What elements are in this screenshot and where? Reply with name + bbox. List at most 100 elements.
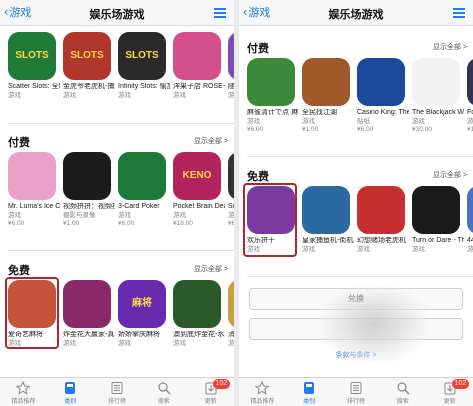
app-row: 麻雀清计で点·麻雀第二...游戏¥6.00全民找江湖游戏¥1.00Casino … [247,58,473,134]
app-price: ¥6.0 [228,220,234,227]
app-category: 游戏 [63,340,76,347]
tab-label: 类别 [64,399,77,405]
tab-categories[interactable]: 类别 [286,378,333,406]
page-title: 娱乐场游戏 [89,9,145,21]
tab-search[interactable]: 搜索 [140,378,187,406]
section-title: 免费 [247,171,269,183]
infinity-slots-icon: SLOTS [118,32,166,80]
app-item[interactable]: 3-Card Poker 游戏 ¥6.00 [118,152,173,228]
app-item[interactable]: 随机... 游戏 [228,32,234,100]
app-item[interactable]: Casino King: The Mega Ga... 贴纸¥6.00 [357,58,412,134]
terms-link[interactable]: 条款与条件 > [239,350,473,360]
tab-label: 搜索 [157,399,170,405]
tab-categories[interactable]: 类别 [47,378,94,406]
section-title: 付费 [8,137,30,149]
partial-app-icon [467,186,473,234]
app-category: 游戏 [467,118,473,125]
tab-label: 排行榜 [107,399,126,405]
app-item[interactable]: KENO Pocket Brain Dead Keno 游戏¥18.00 [173,152,228,228]
list-menu-icon[interactable] [214,8,226,18]
app-name: 皇家捕鱼机-街机捕鱼达人... [302,237,354,244]
app-item[interactable]: SLOTS Scatter Slots: 全新... 游戏 [8,32,63,100]
tab-label: 更新 [204,399,217,405]
tab-bar: 精品推荐 类别 排行榜 搜索 102 更新 [239,377,473,406]
app-name: 麻雀清计で点·麻雀第二... [247,109,299,116]
app-item[interactable]: The Blackjack Wiz 游戏 ¥30.00 [412,58,467,134]
tab-list[interactable]: 排行榜 [333,378,380,406]
app-name: 44... [467,237,473,244]
app-name: Fo... [467,109,473,116]
app-category: 游戏 [412,118,425,125]
app-item[interactable]: SLOTS 金虎爷老虎机-捕鱼街机游戏游戏 [63,32,118,100]
slots-icon: SLOTS [8,32,56,80]
app-item[interactable]: Smas... 游戏¥6.0 [228,152,234,228]
app-item[interactable]: 视频拼拼：视频拼拼... 摄影与录像¥1.00 [63,152,118,228]
fish-game-icon [302,186,350,234]
app-item[interactable]: 澳到底炸金花-水浒传... 游戏 [173,280,228,348]
app-name: 娇娇掌庆麻将 [118,331,160,338]
app-item[interactable]: 幻想赌场老虎机 游戏 [357,186,412,254]
show-all-link[interactable]: 显示全部 > [433,170,467,180]
app-price: ¥18.00 [173,220,193,227]
app-name: 炸金花大赢家-真人炸金花... [63,331,115,338]
app-item[interactable]: 麻将 娇娇掌庆麻将 游戏 [118,280,173,348]
app-price: ¥6.00 [247,126,264,133]
app-category: 游戏 [247,246,260,253]
show-all-link[interactable]: 显示全部 > [433,42,467,52]
show-all-link[interactable]: 显示全部 > [194,136,228,146]
blackjack-icon [412,58,460,106]
app-name: Turn or Dare - The Game [412,237,464,244]
app-item[interactable]: Turn or Dare - The Game 游戏 [412,186,467,254]
show-all-link[interactable]: 显示全部 > [194,264,228,274]
mahjong-tiles-icon [247,58,295,106]
list-menu-icon[interactable] [453,8,465,18]
app-item[interactable]: 全民找江湖 游戏 ¥1.00 [302,58,357,134]
search-icon [157,381,171,395]
app-item[interactable]: Mr. Luma's Ice Cream S... 游戏¥6.00 [8,152,63,228]
casino-king-icon [357,58,405,106]
app-item[interactable]: 麻雀清计で点·麻雀第二... 游戏¥6.00 [247,58,302,134]
app-item[interactable]: 44... 游戏 [467,186,473,254]
app-item[interactable]: 皇家捕鱼机-街机捕鱼达人... 游戏 [302,186,357,254]
tab-updates[interactable]: 102 更新 [187,378,234,406]
app-item[interactable]: 爱奇艺麻将 游戏 [8,280,63,348]
poker-girl-icon [63,280,111,328]
apple-id-button[interactable] [249,318,463,340]
redeem-button[interactable]: 兑换 [249,288,463,310]
spin-wheel-icon [412,186,460,234]
app-category: 游戏 [173,340,186,347]
tab-star[interactable]: 精品推荐 [0,378,47,406]
tab-label: 搜索 [396,399,409,405]
icon-label: KENO [182,170,212,181]
app-name: Pocket Brain Dead Keno [173,203,225,210]
app-name: 爱奇艺麻将 [8,331,43,338]
app-row: 爱奇艺麻将游戏炸金花大赢家-真人炸金花...游戏麻将娇娇掌庆麻将游戏澳到底炸金花… [8,280,234,348]
app-category: 游戏 [118,340,131,347]
app-category: 游戏 [467,246,473,253]
app-category: 游戏 [173,212,186,219]
app-price: ¥6.00 [118,220,135,227]
tab-list[interactable]: 排行榜 [94,378,141,406]
poker-cards-icon [118,152,166,200]
tab-star[interactable]: 精品推荐 [239,378,286,406]
app-category: 游戏 [302,246,315,253]
app-category: 游戏 [228,92,234,99]
app-category: 贴纸 [357,118,370,125]
app-item[interactable]: 欢乐拼十 游戏 [247,186,302,254]
divider [8,123,234,124]
app-category: 游戏 [118,212,131,219]
app-item[interactable]: Fo... 游戏¥1.0 [467,58,473,134]
keno-icon: KENO [173,152,221,200]
app-item[interactable]: SLOTS Infinity Slots: 愉加... 游戏 [118,32,173,100]
app-item[interactable]: 炸金花大赢家-真人炸金花... 游戏 [63,280,118,348]
app-item[interactable]: 洋果子店 ROSE~温馨... 游戏 [173,32,228,100]
app-price: ¥6.00 [357,126,374,133]
app-item[interactable]: 消消... 游戏 [228,280,234,348]
tab-search[interactable]: 搜索 [379,378,426,406]
list-icon [349,381,363,395]
tab-updates[interactable]: 102 更新 [426,378,473,406]
casino-chips-icon [173,280,221,328]
categories-icon [63,381,77,395]
app-name: 洋果子店 ROSE~温馨... [173,83,225,90]
star-icon [255,380,270,395]
